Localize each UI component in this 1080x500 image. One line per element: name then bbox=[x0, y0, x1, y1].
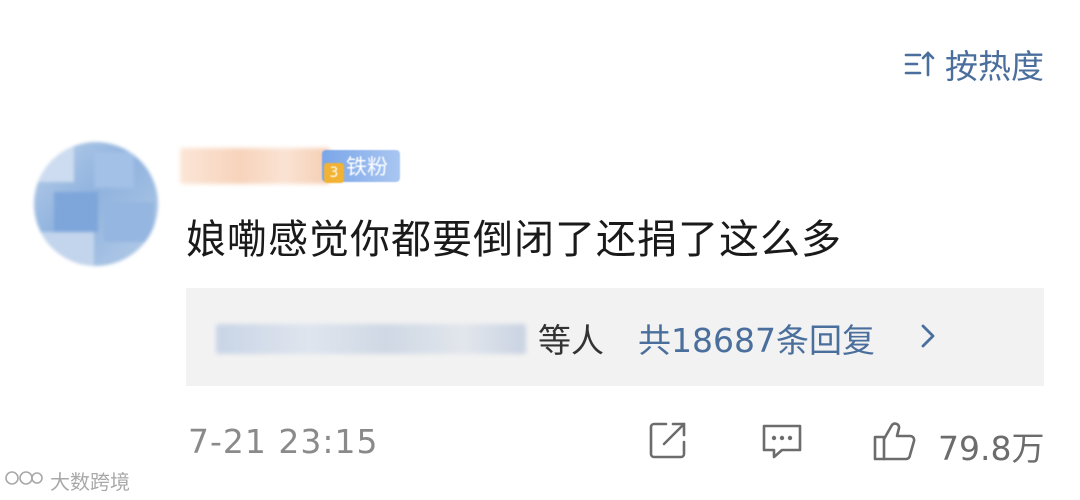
sort-by-hot-button[interactable]: 按热度 bbox=[903, 40, 1044, 88]
thumbs-up-icon bbox=[872, 422, 918, 468]
reply-others-label: 等人 bbox=[538, 321, 604, 360]
like-button[interactable] bbox=[872, 418, 918, 468]
comment-timestamp: 7-21 23:15 bbox=[188, 422, 379, 461]
share-button[interactable] bbox=[646, 418, 690, 466]
fan-level-number: 3 bbox=[324, 163, 344, 183]
chevron-right-icon bbox=[918, 320, 938, 356]
comment-text: 娘嘞感觉你都要倒闭了还捐了这么多 bbox=[186, 217, 842, 263]
reply-count-link[interactable]: 共18687条回复 bbox=[638, 314, 875, 362]
watermark-text: 大数跨境 bbox=[50, 469, 130, 494]
replies-preview[interactable]: 等人 共18687条回复 bbox=[186, 288, 1044, 386]
user-avatar[interactable] bbox=[34, 142, 158, 266]
fan-badge-label: 铁粉 bbox=[346, 155, 388, 179]
watermark: 大数跨境 bbox=[4, 466, 130, 494]
fan-level-badge: 3 铁粉 bbox=[322, 150, 400, 183]
comment-button[interactable] bbox=[760, 418, 804, 466]
share-icon bbox=[646, 422, 690, 466]
comment-icon bbox=[760, 424, 804, 466]
like-count: 79.8万 bbox=[938, 429, 1045, 468]
reply-usernames-blurred bbox=[216, 324, 526, 354]
username-blurred[interactable] bbox=[180, 148, 330, 184]
sort-label: 按热度 bbox=[945, 47, 1044, 86]
sort-icon bbox=[903, 47, 937, 81]
watermark-logo-icon bbox=[4, 467, 44, 494]
